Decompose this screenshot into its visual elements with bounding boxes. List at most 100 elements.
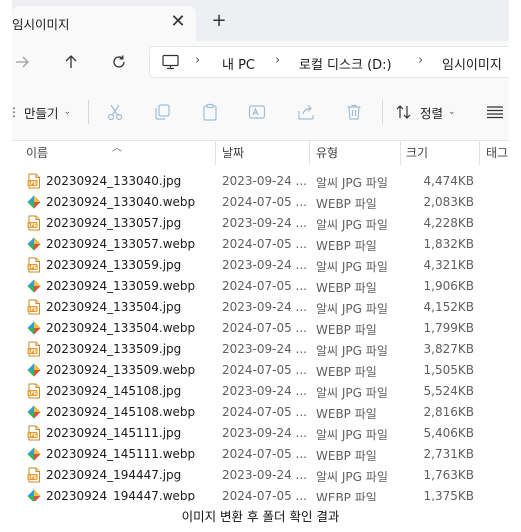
new-tab-button[interactable]: + [205, 8, 233, 34]
file-type: WEBP 파일 [316, 323, 377, 337]
column-header-date[interactable]: 날짜 [222, 144, 244, 161]
file-size: 4,321KB [423, 258, 474, 272]
file-type: WEBP 파일 [316, 197, 377, 211]
file-type: 알씨 JPG 파일 [316, 386, 388, 400]
sort-button-label: 정렬 [420, 105, 444, 121]
file-name: 20230924_133504.webp [46, 321, 196, 335]
file-row[interactable]: 20230924_194447.jpg 2023-09-24 ... 알씨 JPG … [12, 465, 509, 486]
computer-icon [162, 54, 179, 70]
trash-icon [347, 104, 361, 120]
details-view-icon [487, 106, 503, 119]
file-row[interactable]: 20230924_133504.jpg 2023-09-24 ... 알씨 JPG … [12, 297, 509, 318]
file-type: 알씨 JPG 파일 [316, 470, 388, 484]
file-explorer-window: 임시이미지 ✕ + › 내 PC › 로컬 디스크 (D:) › 임시이미지 ⋮… [12, 0, 509, 503]
file-type: 알씨 JPG 파일 [316, 344, 388, 358]
file-row[interactable]: 20230924_145111.jpg 2023-09-24 ... 알씨 JPG … [12, 423, 509, 444]
chevron-down-icon: ⌄ [448, 107, 456, 117]
file-date: 2024-07-05 ... [222, 279, 307, 293]
scissors-icon [107, 104, 123, 121]
breadcrumb-separator[interactable]: › [275, 53, 280, 68]
new-button[interactable]: ⋮ 만들기 ⌄ [12, 97, 71, 127]
file-name: 20230924_145111.jpg [46, 426, 182, 440]
column-header-size[interactable]: 크기 [406, 144, 428, 161]
up-button[interactable] [57, 48, 85, 76]
file-row[interactable]: 20230924_133059.webp 2024-07-05 ... WEBP 파… [12, 276, 509, 297]
file-row[interactable]: 20230924_133509.webp 2024-07-05 ... WEBP 파… [12, 360, 509, 381]
chevron-down-icon: ⌄ [63, 107, 72, 117]
sort-icon [396, 105, 411, 119]
breadcrumb-local-disk[interactable]: 로컬 디스크 (D:) [299, 54, 392, 73]
address-bar[interactable]: › 내 PC › 로컬 디스크 (D:) › 임시이미지 [149, 46, 509, 78]
file-row[interactable]: 20230924_133040.webp 2024-07-05 ... WEBP 파… [12, 192, 509, 213]
file-row[interactable]: 20230924_133504.webp 2024-07-05 ... WEBP 파… [12, 318, 509, 339]
file-row[interactable]: 20230924_133059.jpg 2023-09-24 ... 알씨 JPG … [12, 255, 509, 276]
forward-arrow-icon [16, 56, 29, 68]
close-tab-icon[interactable]: ✕ [166, 10, 190, 34]
rename-icon [248, 105, 266, 119]
cut-button[interactable] [102, 97, 128, 127]
view-button[interactable] [482, 97, 508, 127]
file-name: 20230924_194447.jpg [46, 468, 182, 482]
column-headers: ︿ 이름 날짜 유형 크기 태그 [12, 141, 509, 165]
webp-file-icon [26, 320, 42, 336]
file-row[interactable]: 20230924_145108.jpg 2023-09-24 ... 알씨 JPG … [12, 381, 509, 402]
file-size: 3,827KB [423, 342, 474, 356]
column-divider[interactable] [479, 141, 480, 165]
column-header-name[interactable]: 이름 [26, 144, 48, 161]
file-type: WEBP 파일 [316, 365, 377, 379]
breadcrumb-temp-images[interactable]: 임시이미지 [442, 54, 502, 73]
file-type: 알씨 JPG 파일 [316, 428, 388, 442]
column-divider[interactable] [309, 141, 310, 165]
file-size: 1,763KB [423, 468, 474, 482]
file-date: 2023-09-24 ... [222, 174, 307, 188]
navigation-bar: › 내 PC › 로컬 디스크 (D:) › 임시이미지 [12, 41, 509, 83]
file-name: 20230924_133040.jpg [46, 174, 182, 188]
column-header-tag[interactable]: 태그 [486, 144, 508, 161]
delete-button[interactable] [341, 97, 367, 127]
paste-button[interactable] [197, 97, 223, 127]
file-row[interactable]: 20230924_133040.jpg 2023-09-24 ... 알씨 JPG … [12, 171, 509, 192]
breadcrumb-this-pc[interactable]: 내 PC [222, 54, 255, 73]
rename-button[interactable] [244, 97, 270, 127]
column-divider[interactable] [215, 141, 216, 165]
file-name: 20230924_133059.jpg [46, 258, 182, 272]
file-name: 20230924_133059.webp [46, 279, 196, 293]
file-row[interactable]: 20230924_133057.webp 2024-07-05 ... WEBP 파… [12, 234, 509, 255]
figure-caption: 이미지 변환 후 폴더 확인 결과 [181, 509, 340, 524]
copy-button[interactable] [149, 97, 175, 127]
file-type: WEBP 파일 [316, 281, 377, 295]
file-name: 20230924_145108.webp [46, 405, 196, 419]
file-row[interactable]: 20230924_133509.jpg 2023-09-24 ... 알씨 JPG … [12, 339, 509, 360]
file-date: 2024-07-05 ... [222, 405, 307, 419]
toolbar-divider [88, 100, 89, 124]
column-header-type[interactable]: 유형 [316, 144, 338, 161]
file-size: 1,505KB [423, 363, 474, 377]
tab-current-folder[interactable]: 임시이미지 ✕ [12, 6, 196, 41]
file-row[interactable]: 20230924_133057.jpg 2023-09-24 ... 알씨 JPG … [12, 213, 509, 234]
file-size: 2,083KB [423, 195, 474, 209]
new-icon: ⋮ [12, 105, 20, 119]
jpg-file-icon [26, 173, 42, 189]
file-type: 알씨 JPG 파일 [316, 302, 388, 316]
file-name: 20230924_133040.webp [46, 195, 196, 209]
file-row[interactable]: 20230924_145108.webp 2024-07-05 ... WEBP 파… [12, 402, 509, 423]
file-size: 1,832KB [423, 237, 474, 251]
jpg-file-icon [26, 215, 42, 231]
webp-file-icon [26, 278, 42, 294]
sort-button[interactable]: 정렬 ⌄ [395, 97, 456, 127]
refresh-button[interactable] [105, 48, 133, 76]
file-row[interactable]: 20230924_194447.webp 2024-07-05 ... WEBP 파… [12, 486, 509, 501]
file-name: 20230924_133057.webp [46, 237, 196, 251]
up-arrow-icon [65, 55, 77, 68]
webp-file-icon [26, 404, 42, 420]
column-divider[interactable] [400, 141, 401, 165]
breadcrumb-separator[interactable]: › [418, 53, 423, 68]
file-row[interactable]: 20230924_145111.webp 2024-07-05 ... WEBP 파… [12, 444, 509, 465]
forward-button[interactable] [12, 48, 36, 76]
command-bar: ⋮ 만들기 ⌄ 정렬 ⌄ [12, 83, 509, 141]
share-button[interactable] [293, 97, 319, 127]
file-name: 20230924_133509.jpg [46, 342, 182, 356]
copy-icon [155, 104, 170, 120]
tab-bar: 임시이미지 ✕ + [12, 0, 509, 41]
breadcrumb-separator[interactable]: › [195, 53, 200, 68]
